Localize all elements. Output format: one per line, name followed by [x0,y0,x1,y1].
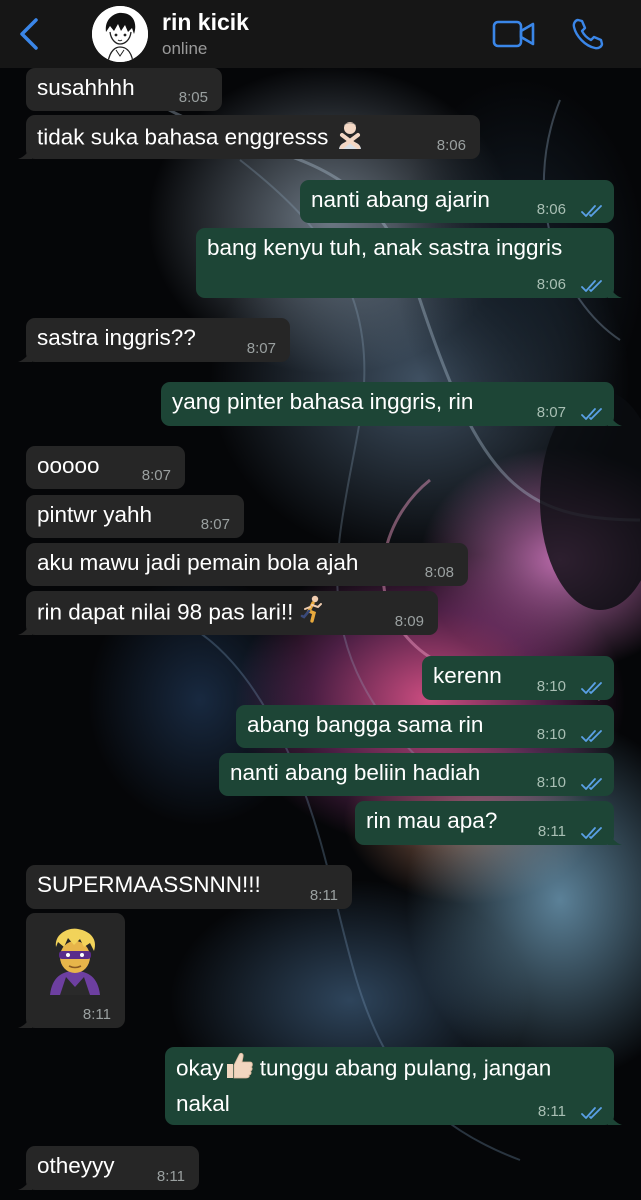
double-check-read-icon [581,205,602,217]
superhero-emoji [40,925,110,1004]
message-time: 8:07 [536,404,566,421]
contact-name[interactable]: rin kicik [162,9,249,36]
message-time: 8:08 [424,564,454,581]
message-bubble-outgoing[interactable]: nanti abang ajarin 8:06 [300,180,614,223]
bubble-tail [608,412,622,426]
message-bubble-outgoing[interactable]: bang kenyu tuh, anak sastra inggris 8:06 [196,228,622,298]
message-time: 8:05 [178,89,208,106]
message-text: okay [176,1055,224,1081]
message-bubble-outgoing[interactable]: abang bangga sama rin 8:10 [236,705,614,748]
message-time: 8:11 [537,823,566,840]
message-time: 8:11 [309,887,338,904]
message-time: 8:06 [536,276,566,293]
message-time: 8:06 [436,137,466,154]
double-check-read-icon [581,1107,602,1119]
chevron-left-icon [20,18,38,50]
message-time: 8:11 [537,1103,566,1120]
message-text: bang kenyu tuh, anak sastra inggris [207,235,563,260]
thumbs-up-emoji [224,1051,254,1088]
message-bubble-incoming[interactable]: SUPERMAASSNNN!!! 8:11 [26,865,352,909]
message-text: otheyyy [37,1153,115,1178]
bubble-tail [608,284,622,298]
message-time: 8:11 [156,1168,185,1185]
anime-boy-avatar-icon [92,6,148,62]
message-text: ooooo [37,453,100,478]
message-bubble-incoming[interactable]: ooooo 8:07 [26,446,185,489]
bubble-tail [608,1111,622,1125]
double-check-read-icon [581,827,602,839]
message-time: 8:10 [536,726,566,743]
message-text: susahhhh [37,75,135,100]
message-text: aku mawu jadi pemain bola ajah [37,550,359,575]
bubble-tail [18,1176,32,1190]
message-time: 8:06 [536,201,566,218]
bubble-tail [18,348,32,362]
person-running-emoji [300,595,324,632]
message-time: 8:11 [82,1006,111,1023]
contact-avatar[interactable] [92,6,148,62]
double-check-read-icon [581,730,602,742]
message-bubble-outgoing[interactable]: yang pinter bahasa inggris, rin 8:07 [161,382,622,426]
message-bubble-incoming[interactable]: rin dapat nilai 98 pas lari!! 8:09 [18,591,438,635]
chat-header: rin kicik online [0,0,641,68]
bubble-tail [608,831,622,845]
person-gesturing-no-emoji [335,119,365,158]
message-bubble-outgoing[interactable]: kerenn 8:10 [422,656,614,700]
message-time: 8:10 [536,678,566,695]
message-bubble-outgoing[interactable]: rin mau apa? 8:11 [355,801,622,845]
message-bubble-incoming[interactable]: otheyyy 8:11 [18,1146,199,1190]
message-bubble-incoming[interactable]: sastra inggris?? 8:07 [18,318,290,362]
message-time: 8:09 [394,613,424,630]
message-text: tidak suka bahasa enggresss [37,124,329,150]
contact-status: online [162,39,208,58]
message-bubble-incoming[interactable]: susahhhh 8:05 [26,68,222,111]
message-text: nanti abang ajarin [311,187,490,212]
message-bubble-incoming[interactable]: aku mawu jadi pemain bola ajah 8:08 [26,543,468,586]
message-text: pintwr yahh [37,502,153,527]
message-time: 8:10 [536,774,566,791]
double-check-read-icon [581,682,602,694]
message-text: yang pinter bahasa inggris, rin [172,389,474,414]
voice-call-button[interactable] [570,16,606,52]
message-text: abang bangga sama rin [247,712,484,737]
message-text: rin mau apa? [366,808,498,833]
double-check-read-icon [581,280,602,292]
message-text: rin dapat nilai 98 pas lari!! [37,599,294,625]
bubble-tail [18,1014,32,1028]
double-check-read-icon [581,408,602,420]
message-time: 8:07 [246,340,276,357]
message-bubble-incoming-emoji[interactable]: 8:11 [18,913,125,1028]
bubble-tail [18,145,32,159]
bubble-tail [18,621,32,635]
video-camera-icon [492,20,535,48]
back-button[interactable] [14,14,50,54]
message-text: SUPERMAASSNNN!!! [37,872,261,897]
message-text: nanti abang beliin hadiah [230,760,481,785]
phone-icon [572,18,604,50]
message-text: tunggu abang pulang, jangan [253,1055,552,1081]
message-text: sastra inggris?? [37,325,196,350]
message-bubble-incoming[interactable]: tidak suka bahasa enggresss 8:06 [18,115,480,159]
video-call-button[interactable] [492,18,536,50]
message-bubble-outgoing[interactable]: nanti abang beliin hadiah 8:10 [219,753,614,796]
message-bubble-outgoing[interactable]: okay tunggu abang pulang, jangan nakal 8… [165,1047,622,1125]
message-time: 8:07 [200,516,230,533]
double-check-read-icon [581,778,602,790]
message-bubble-incoming[interactable]: pintwr yahh 8:07 [26,495,244,538]
message-time: 8:07 [141,467,171,484]
message-text: kerenn [433,663,502,688]
